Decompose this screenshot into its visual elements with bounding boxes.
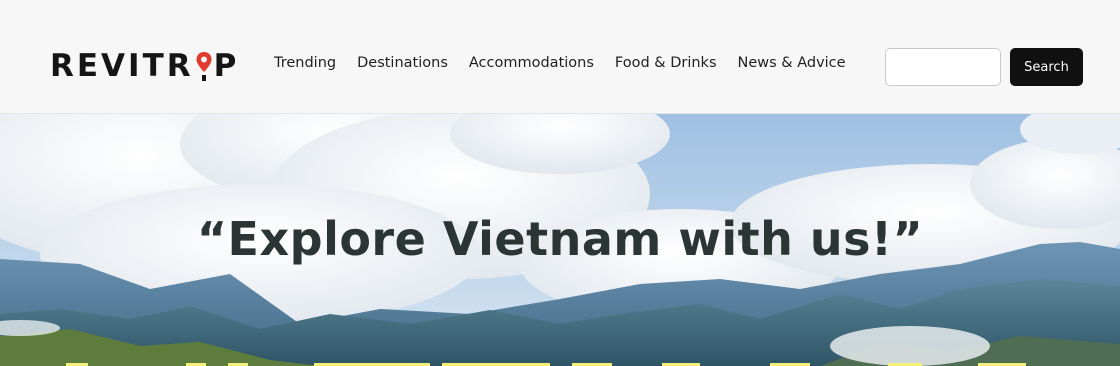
logo-text-end: P bbox=[213, 48, 240, 84]
site-logo[interactable]: REVITR P bbox=[50, 48, 239, 84]
main-nav: Trending Destinations Accommodations Foo… bbox=[274, 55, 867, 71]
nav-trending[interactable]: Trending bbox=[274, 55, 336, 71]
nav-accommodations[interactable]: Accommodations bbox=[469, 55, 594, 71]
nav-destinations[interactable]: Destinations bbox=[357, 55, 448, 71]
search-input[interactable] bbox=[885, 48, 1001, 86]
logo-text-start: REVITR bbox=[50, 48, 194, 84]
site-header: REVITR P Trending Destinations Accommoda… bbox=[0, 0, 1120, 114]
hero-banner: “Explore Vietnam with us!” bbox=[0, 114, 1120, 366]
search-button[interactable]: Search bbox=[1010, 48, 1083, 86]
map-pin-icon bbox=[195, 50, 213, 82]
hero-title: “Explore Vietnam with us!” bbox=[196, 212, 924, 266]
nav-news-advice[interactable]: News & Advice bbox=[738, 55, 846, 71]
nav-food-drinks[interactable]: Food & Drinks bbox=[615, 55, 717, 71]
